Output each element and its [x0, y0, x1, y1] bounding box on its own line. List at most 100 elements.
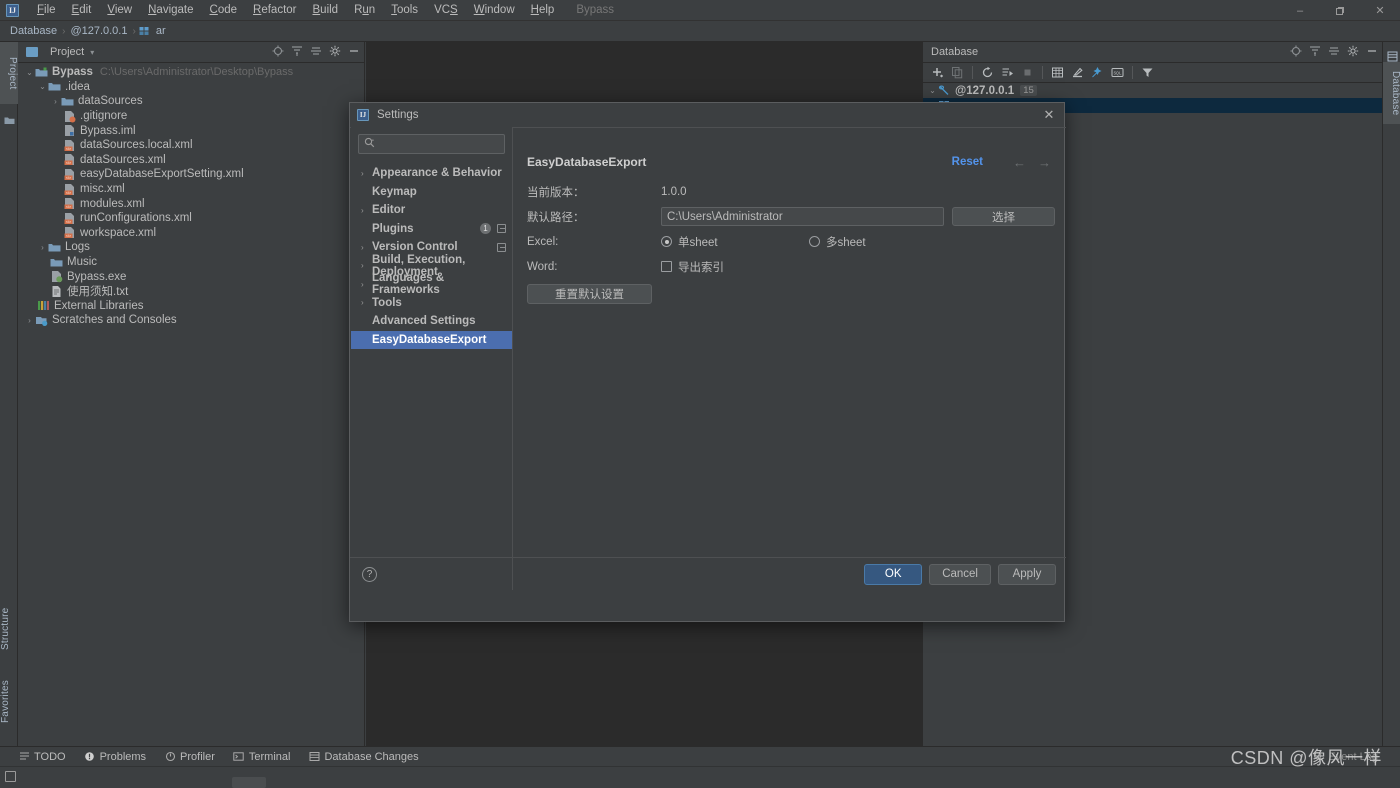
tree-row-workspace-xml[interactable]: </> workspace.xml [18, 226, 364, 241]
settings-search-input[interactable] [358, 134, 505, 154]
tree-row-datasources-xml[interactable]: </> dataSources.xml [18, 153, 364, 168]
close-icon[interactable]: ✕ [1360, 0, 1400, 21]
add-icon[interactable] [929, 64, 946, 81]
tree-row-bypass-exe[interactable]: Bypass.exe [18, 269, 364, 284]
tree-row-external-libraries[interactable]: External Libraries [18, 299, 364, 314]
chevron-right-icon[interactable]: › [50, 97, 61, 106]
settings-category-languages-frameworks[interactable]: › Languages & Frameworks [351, 272, 512, 296]
ok-button[interactable]: OK [864, 563, 923, 585]
maximize-icon[interactable] [1320, 0, 1360, 21]
gear-icon[interactable] [1347, 45, 1359, 60]
tree-row-bypass[interactable]: ⌄ Bypass C:\Users\Administrator\Desktop\… [18, 65, 364, 80]
breadcrumb-host[interactable]: @127.0.0.1 [68, 25, 129, 37]
tree-row-music[interactable]: Music [18, 255, 364, 270]
db-tree-row-datasource[interactable]: ⌄ @127.0.0.1 15 [923, 83, 1382, 98]
radio-multi-sheet[interactable] [809, 236, 820, 247]
chevron-down-icon[interactable]: ⌄ [24, 68, 35, 77]
tree-row-bypass-iml[interactable]: Bypass.iml [18, 123, 364, 138]
locate-icon[interactable] [272, 45, 284, 60]
menu-item-file[interactable]: File [29, 2, 64, 18]
help-button[interactable]: ? [362, 566, 377, 582]
tree-row-runconfigurations-xml[interactable]: </> runConfigurations.xml [18, 211, 364, 226]
collapse-all-icon[interactable] [1309, 45, 1321, 60]
run-query-icon[interactable] [999, 64, 1016, 81]
tree-row-modules-xml[interactable]: </> modules.xml [18, 196, 364, 211]
apply-button[interactable]: Apply [998, 563, 1056, 585]
modify-icon[interactable] [1069, 64, 1086, 81]
menu-item-window[interactable]: Window [466, 2, 523, 18]
menu-item-edit[interactable]: Edit [64, 2, 100, 18]
settings-category-plugins[interactable]: Plugins 1 [351, 220, 512, 239]
status-item-problems[interactable]: Problems [84, 751, 146, 763]
tree-row-idea[interactable]: ⌄ .idea [18, 80, 364, 95]
chevron-right-icon[interactable]: › [37, 243, 48, 252]
chevron-right-icon[interactable]: › [361, 298, 372, 307]
copy-settings-icon[interactable] [497, 224, 506, 234]
duplicate-icon[interactable] [949, 64, 966, 81]
reset-default-settings-button[interactable]: 重置默认设置 [527, 284, 652, 304]
magic-icon[interactable] [1089, 64, 1106, 81]
hide-icon[interactable] [348, 45, 360, 60]
console-icon[interactable]: SQL [1109, 64, 1126, 81]
settings-category-list[interactable]: › Appearance & Behavior Keymap › Editor … [351, 164, 512, 349]
settings-category-appearance-behavior[interactable]: › Appearance & Behavior [351, 164, 512, 183]
collapse-all-icon[interactable] [291, 45, 303, 60]
tree-row-logs[interactable]: › Logs [18, 240, 364, 255]
chevron-right-icon[interactable]: › [361, 261, 372, 270]
event-log-button[interactable]: Event Log [1312, 751, 1378, 763]
breadcrumb-schema[interactable]: ar [154, 25, 168, 37]
tree-row-misc-xml[interactable]: </> misc.xml [18, 182, 364, 197]
table-editor-icon[interactable] [1049, 64, 1066, 81]
settings-category-advanced-settings[interactable]: Advanced Settings [351, 312, 512, 331]
reset-link[interactable]: Reset [952, 156, 983, 168]
menu-item-help[interactable]: Help [523, 2, 563, 18]
chevron-right-icon[interactable]: › [361, 169, 372, 178]
chevron-down-icon[interactable]: ⌄ [37, 82, 48, 91]
checkbox-export-index[interactable] [661, 261, 672, 272]
settings-category-easydatabaseexport[interactable]: EasyDatabaseExport [351, 330, 512, 349]
sidebar-item-database[interactable]: Database [1383, 62, 1400, 124]
sidebar-item-project[interactable]: Project [0, 42, 18, 104]
back-arrow-icon[interactable]: ← [1013, 155, 1026, 170]
radio-single-sheet[interactable] [661, 236, 672, 247]
excel-multi-sheet-option[interactable]: 多sheet [809, 234, 866, 250]
copy-settings-icon[interactable] [497, 242, 506, 252]
status-item-terminal[interactable]: Terminal [233, 751, 290, 763]
choose-path-button[interactable]: 选择 [952, 207, 1055, 226]
tree-row-scratches-and-consoles[interactable]: › Scratches and Consoles [18, 313, 364, 328]
menu-item-run[interactable]: Run [346, 2, 383, 18]
menu-item-view[interactable]: View [99, 2, 140, 18]
locate-icon[interactable] [1290, 45, 1302, 60]
cancel-button[interactable]: Cancel [929, 563, 991, 585]
status-item-database-changes[interactable]: Database Changes [308, 751, 419, 763]
close-icon[interactable]: ✕ [1042, 107, 1056, 122]
tree-row-datasources-local-xml[interactable]: </> dataSources.local.xml [18, 138, 364, 153]
tool-windows-toggle-icon[interactable] [5, 771, 16, 782]
chevron-right-icon[interactable]: › [24, 316, 35, 325]
menu-item-navigate[interactable]: Navigate [140, 2, 201, 18]
settings-category-keymap[interactable]: Keymap [351, 183, 512, 202]
settings-category-tools[interactable]: › Tools [351, 294, 512, 313]
project-tree[interactable]: ⌄ Bypass C:\Users\Administrator\Desktop\… [18, 63, 364, 328]
breadcrumb-database[interactable]: Database [8, 25, 59, 37]
chevron-right-icon[interactable]: › [361, 206, 372, 215]
expand-all-icon[interactable] [1328, 45, 1340, 60]
expand-all-icon[interactable] [310, 45, 322, 60]
default-path-input[interactable]: C:\Users\Administrator [661, 207, 944, 226]
sidebar-item-structure[interactable]: Structure [0, 592, 18, 666]
chevron-right-icon[interactable]: › [361, 243, 372, 252]
sidebar-item-favorites[interactable]: Favorites [0, 666, 18, 738]
tree-row-readme-txt[interactable]: 使用须知.txt [18, 284, 364, 299]
filter-icon[interactable] [1139, 64, 1156, 81]
menu-item-build[interactable]: Build [305, 2, 347, 18]
refresh-icon[interactable] [979, 64, 996, 81]
chevron-right-icon[interactable]: › [361, 280, 372, 289]
menu-item-code[interactable]: Code [202, 2, 246, 18]
minimize-icon[interactable]: – [1280, 0, 1320, 21]
forward-arrow-icon[interactable]: → [1038, 155, 1051, 170]
excel-single-sheet-option[interactable]: 单sheet [661, 234, 809, 250]
hide-icon[interactable] [1366, 45, 1378, 60]
chevron-down-icon[interactable]: ▾ [90, 48, 94, 57]
word-export-index-option[interactable]: 导出索引 [661, 259, 724, 275]
menu-item-tools[interactable]: Tools [383, 2, 426, 18]
